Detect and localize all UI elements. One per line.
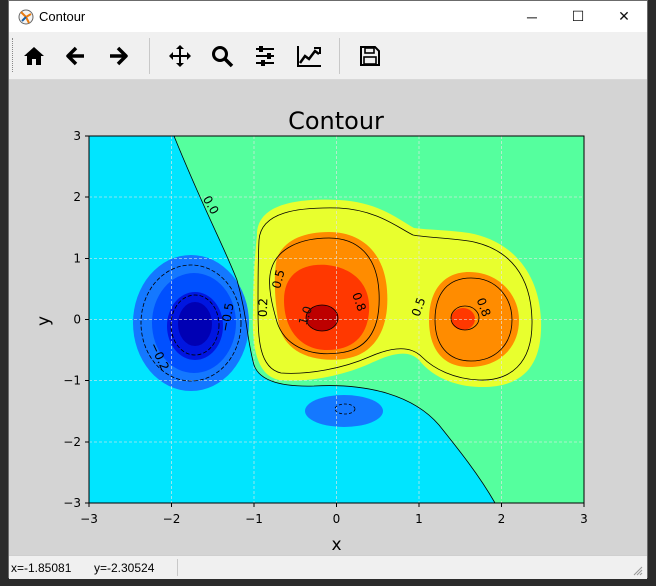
title-bar[interactable]: Contour ─ ☐ ✕ [9, 1, 647, 32]
home-button[interactable] [18, 40, 50, 72]
figure-canvas[interactable]: Contour 0.0 0.5 0.2 0.8 1.0 0.5 0.8 −0.5… [9, 80, 647, 555]
contour-plot: Contour 0.0 0.5 0.2 0.8 1.0 0.5 0.8 −0.5… [34, 107, 588, 555]
pan-button[interactable] [164, 40, 196, 72]
window-title: Contour [39, 9, 86, 24]
y-coordinate-readout: y=-2.30524 [94, 561, 155, 575]
matplotlib-icon [18, 9, 34, 25]
save-button[interactable] [354, 40, 386, 72]
close-icon: ✕ [618, 8, 630, 24]
toolbar-separator [339, 38, 340, 74]
y-tick-label: 0 [73, 313, 81, 327]
x-axis-label: x [331, 535, 341, 555]
pan-icon [169, 45, 191, 67]
status-bar: x=-1.85081 y=-2.30524 [9, 555, 647, 579]
x-tick-label: −1 [245, 512, 263, 526]
x-axis-ticks: −3 −2 −1 0 1 2 3 [80, 503, 588, 526]
minimize-icon: ─ [527, 8, 537, 25]
x-tick-label: −3 [80, 512, 98, 526]
navigation-toolbar [9, 32, 647, 80]
contour-label: 0.2 [256, 298, 271, 318]
red-region-right [451, 308, 475, 330]
y-tick-label: −2 [63, 435, 81, 449]
maximize-icon: ☐ [571, 8, 585, 24]
x-tick-label: 2 [498, 512, 506, 526]
y-tick-label: 1 [73, 252, 81, 266]
zoom-button[interactable] [206, 40, 238, 72]
edit-axis-icon [297, 46, 321, 67]
x-coordinate-readout: x=-1.85081 [11, 561, 72, 575]
x-tick-label: −2 [163, 512, 181, 526]
contour-fills: 0.0 0.5 0.2 0.8 1.0 0.5 0.8 −0.5 −0.2 [89, 136, 584, 503]
resize-grip-icon[interactable] [633, 566, 643, 576]
status-divider [177, 559, 178, 576]
home-icon [24, 47, 44, 65]
y-axis-label: y [34, 316, 54, 326]
plot-window: Contour ─ ☐ ✕ Contour 0.0 0.5 0.2 0.8 1.… [8, 0, 648, 579]
back-arrow-icon [66, 46, 84, 66]
toolbar-grip[interactable] [12, 38, 16, 72]
y-axis-ticks: 3 2 1 0 −1 −2 −3 [63, 129, 89, 510]
forward-button[interactable] [102, 40, 134, 72]
configure-subplots-icon [256, 46, 274, 66]
blue-trough-core [178, 302, 212, 346]
close-button[interactable]: ✕ [601, 1, 647, 32]
y-tick-label: −3 [63, 496, 81, 510]
maximize-button[interactable]: ☐ [555, 1, 601, 32]
minimize-button[interactable]: ─ [509, 1, 555, 32]
back-button[interactable] [60, 40, 92, 72]
zoom-icon [212, 46, 234, 68]
x-tick-label: 1 [415, 512, 423, 526]
forward-arrow-icon [110, 46, 128, 66]
save-icon [360, 46, 380, 66]
y-tick-label: 2 [73, 190, 81, 204]
x-tick-label: 0 [333, 512, 341, 526]
y-tick-label: −1 [63, 374, 81, 388]
edit-axis-button[interactable] [293, 40, 325, 72]
x-tick-label: 3 [580, 512, 588, 526]
configure-subplots-button[interactable] [249, 40, 281, 72]
y-tick-label: 3 [73, 129, 81, 143]
small-blue-trough [305, 395, 383, 427]
toolbar-separator [149, 38, 150, 74]
chart-title: Contour [288, 107, 384, 135]
